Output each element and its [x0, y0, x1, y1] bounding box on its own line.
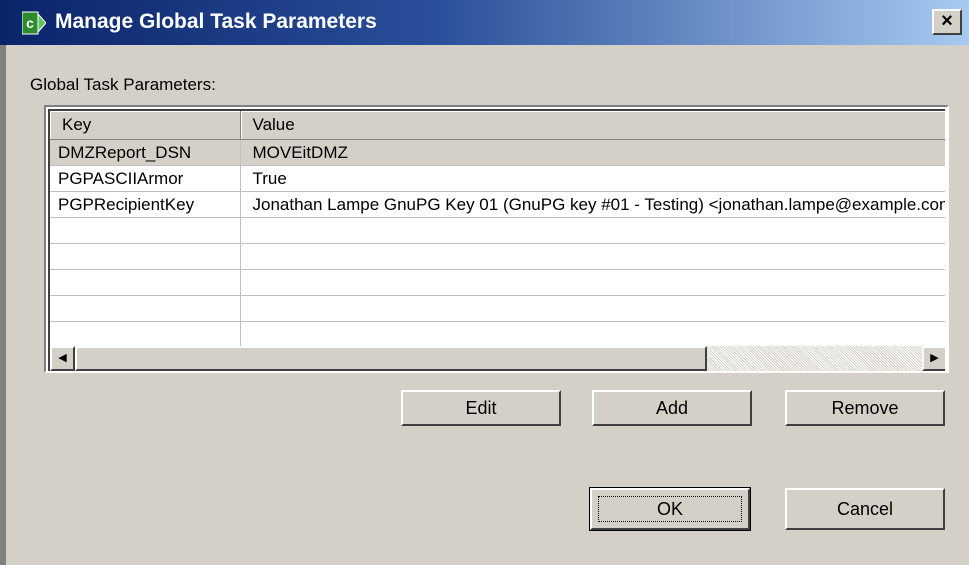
empty-row	[50, 243, 945, 270]
scroll-left-button[interactable]: ◀	[50, 346, 75, 371]
arrow-left-icon: ◀	[58, 352, 67, 364]
add-button[interactable]: Add	[592, 390, 752, 426]
ok-button[interactable]: OK	[589, 487, 751, 531]
empty-row	[50, 269, 945, 296]
close-icon: ×	[941, 10, 953, 32]
value-cell[interactable]: MOVEitDMZ	[240, 139, 945, 166]
empty-row	[50, 295, 945, 322]
key-cell[interactable]: DMZReport_DSN	[50, 139, 241, 166]
key-cell[interactable]: PGPASCIIArmor	[50, 165, 241, 192]
section-label: Global Task Parameters:	[30, 75, 216, 94]
svg-text:c: c	[26, 15, 34, 31]
close-button[interactable]: ×	[932, 9, 962, 35]
remove-button[interactable]: Remove	[785, 390, 945, 426]
value-cell[interactable]: True	[240, 165, 945, 192]
empty-row	[50, 217, 945, 244]
horizontal-scrollbar[interactable]: ◀ ▶	[50, 346, 945, 371]
column-header-key[interactable]: Key	[50, 111, 241, 140]
cancel-button[interactable]: Cancel	[785, 488, 945, 530]
table-row[interactable]: PGPRecipientKey Jonathan Lampe GnuPG Key…	[50, 191, 945, 218]
parameters-table: Key Value DMZReport_DSN MOVEitDMZ PGPASC…	[50, 111, 945, 348]
key-cell[interactable]: PGPRecipientKey	[50, 191, 241, 218]
table-row[interactable]: PGPASCIIArmor True	[50, 165, 945, 192]
arrow-right-icon: ▶	[930, 352, 939, 364]
title-bar: c Manage Global Task Parameters ×	[0, 0, 969, 45]
window-border	[0, 45, 6, 565]
focus-indicator	[598, 496, 742, 522]
column-header-value[interactable]: Value	[240, 111, 945, 140]
grid-header-row: Key Value	[50, 111, 945, 140]
value-cell[interactable]: Jonathan Lampe GnuPG Key 01 (GnuPG key #…	[240, 191, 945, 218]
scroll-thumb[interactable]	[75, 346, 707, 371]
table-row[interactable]: DMZReport_DSN MOVEitDMZ	[50, 139, 945, 166]
window-title: Manage Global Task Parameters	[55, 10, 377, 33]
scroll-right-button[interactable]: ▶	[922, 346, 945, 371]
empty-row	[50, 321, 945, 348]
edit-button[interactable]: Edit	[401, 390, 561, 426]
app-logo-icon: c	[22, 11, 46, 35]
parameters-grid[interactable]: Key Value DMZReport_DSN MOVEitDMZ PGPASC…	[44, 105, 949, 373]
